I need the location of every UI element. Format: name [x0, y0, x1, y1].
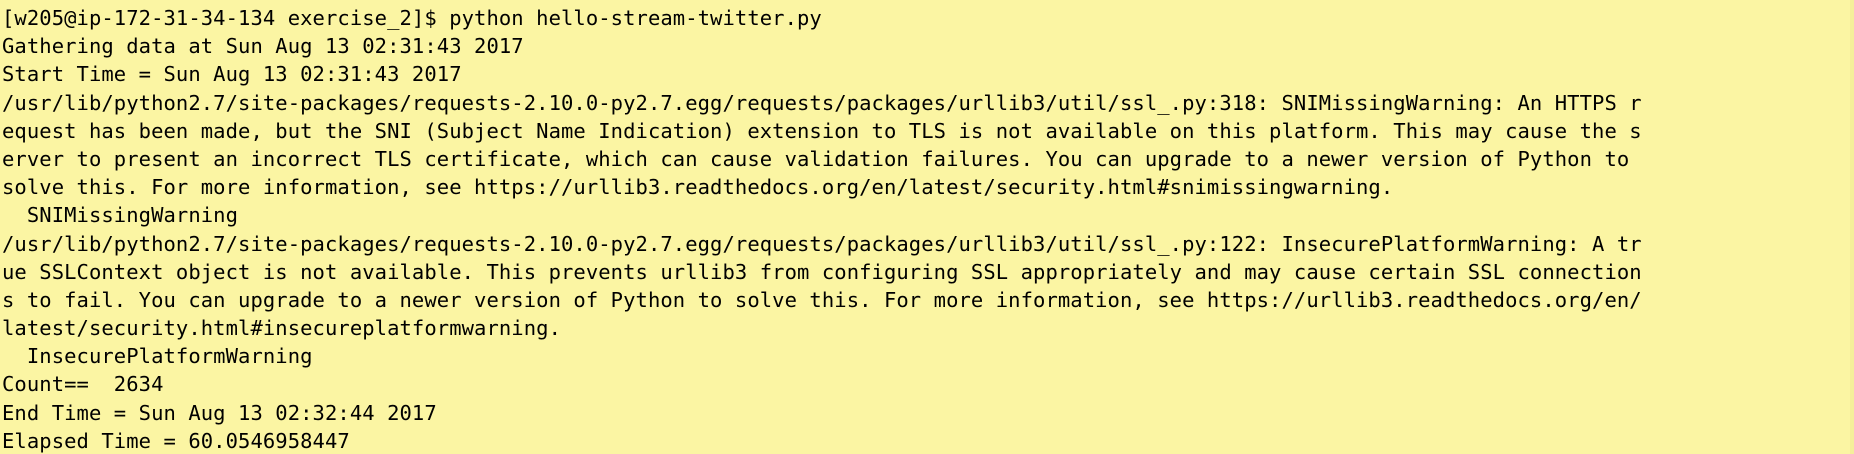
warning-line: /usr/lib/python2.7/site-packages/request…: [2, 90, 1642, 115]
output-line-count: Count== 2634: [2, 372, 164, 397]
warning-line: ue SSLContext object is not available. T…: [2, 259, 1642, 284]
command-prompt-line: [w205@ip-172-31-34-134 exercise_2]$ pyth…: [2, 6, 822, 30]
output-line-end-time: End Time = Sun Aug 13 02:32:44 2017: [2, 400, 437, 425]
terminal-window[interactable]: [w205@ip-172-31-34-134 exercise_2]$ pyth…: [0, 0, 1854, 454]
warning-line: s to fail. You can upgrade to a newer ve…: [2, 287, 1642, 312]
warning-line: latest/security.html#insecureplatformwar…: [2, 316, 561, 341]
output-line-start-time: Start Time = Sun Aug 13 02:31:43 2017: [2, 62, 462, 87]
warning-name-line: InsecurePlatformWarning: [2, 344, 313, 369]
warning-line: solve this. For more information, see ht…: [2, 175, 1394, 200]
warning-line: equest has been made, but the SNI (Subje…: [2, 118, 1642, 143]
warning-line: erver to present an incorrect TLS certif…: [2, 146, 1642, 171]
output-line-elapsed-time: Elapsed Time = 60.0546958447: [2, 428, 350, 453]
warning-name-line: SNIMissingWarning: [2, 203, 239, 228]
window-edge: [1850, 0, 1854, 454]
warning-line: /usr/lib/python2.7/site-packages/request…: [2, 231, 1642, 256]
output-line-gathering: Gathering data at Sun Aug 13 02:31:43 20…: [2, 34, 524, 59]
